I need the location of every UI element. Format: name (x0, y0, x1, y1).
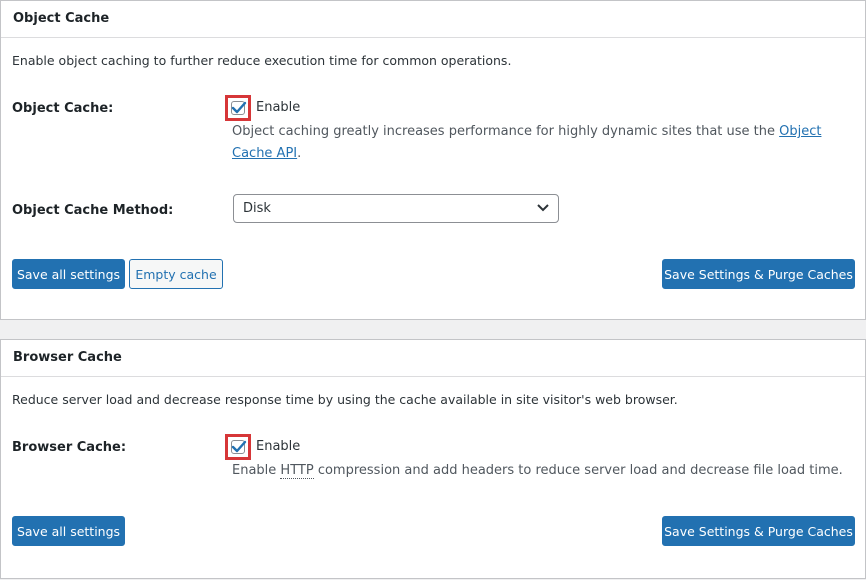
check-icon (231, 101, 247, 114)
browser-cache-save-all-button[interactable]: Save all settings (12, 516, 125, 546)
object-cache-field-label: Object Cache: (12, 101, 114, 116)
object-cache-help: Object caching greatly increases perform… (232, 121, 842, 165)
browser-cache-help-start: Enable (232, 463, 281, 478)
object-cache-checkbox-highlight (225, 95, 251, 121)
browser-cache-enable-label[interactable]: Enable (256, 439, 300, 454)
browser-cache-description: Reduce server load and decrease response… (12, 392, 678, 407)
browser-cache-field-label: Browser Cache: (12, 440, 127, 455)
chevron-down-icon (537, 204, 549, 212)
empty-cache-button[interactable]: Empty cache (129, 259, 223, 289)
object-cache-enable-label[interactable]: Enable (256, 100, 300, 115)
object-cache-checkbox[interactable] (231, 101, 247, 115)
browser-cache-save-purge-button[interactable]: Save Settings & Purge Caches (662, 516, 855, 546)
object-cache-save-all-button[interactable]: Save all settings (12, 259, 125, 289)
object-cache-panel: Object Cache Enable object caching to fu… (0, 0, 866, 320)
browser-cache-title: Browser Cache (13, 350, 122, 365)
object-cache-header: Object Cache (1, 1, 865, 38)
object-cache-help-text: Object caching greatly increases perform… (232, 124, 780, 139)
browser-cache-help: Enable HTTP compression and add headers … (232, 460, 852, 482)
browser-cache-checkbox[interactable] (231, 440, 247, 454)
browser-cache-help-end: compression and add headers to reduce se… (313, 463, 843, 478)
object-cache-description: Enable object caching to further reduce … (12, 53, 512, 68)
browser-cache-header: Browser Cache (1, 340, 865, 377)
http-abbr: HTTP (280, 463, 314, 479)
object-cache-help-end: . (297, 146, 302, 161)
check-icon (231, 440, 247, 453)
object-cache-save-purge-button[interactable]: Save Settings & Purge Caches (662, 259, 855, 289)
object-cache-method-select[interactable]: Disk (233, 194, 559, 223)
object-cache-method-value: Disk (243, 201, 271, 216)
browser-cache-panel: Browser Cache Reduce server load and dec… (0, 339, 866, 579)
object-cache-title: Object Cache (13, 11, 110, 26)
object-cache-method-label: Object Cache Method: (12, 203, 174, 218)
browser-cache-checkbox-highlight (225, 434, 251, 460)
